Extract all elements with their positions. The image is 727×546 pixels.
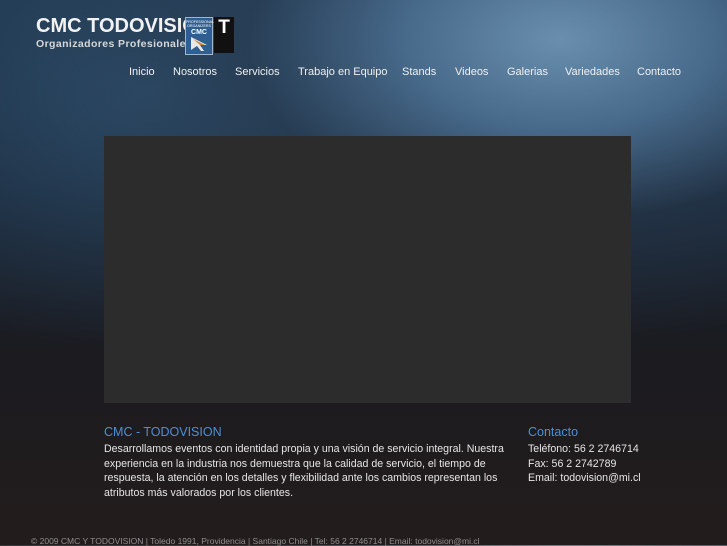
nav-contacto[interactable]: Contacto [637,66,681,78]
badge-label: CMC [191,29,207,36]
nav-videos[interactable]: Videos [455,66,488,78]
contact-title: Contacto [528,425,579,439]
t-logo-letter: T [218,17,230,38]
contact-email[interactable]: Email: todovision@mi.cl [528,471,718,486]
nav-trabajo-en-equipo[interactable]: Trabajo en Equipo [298,66,388,78]
badge-top-text: PROFESSIONAL ORGANIZERS [186,20,214,28]
arrow-icon [191,37,207,51]
nav-stands[interactable]: Stands [402,66,436,78]
about-title: CMC - TODOVISION [104,425,222,439]
contact-phone: Teléfono: 56 2 2746714 [528,443,639,455]
nav-variedades[interactable]: Variedades [565,66,620,78]
nav-galerias[interactable]: Galerias [507,66,548,78]
contact-fax: Fax: 56 2 2742789 [528,457,617,470]
t-logo: T [214,17,234,53]
nav-inicio[interactable]: Inicio [129,66,155,78]
about-text: Desarrollamos eventos con identidad prop… [104,443,504,499]
nav-nosotros[interactable]: Nosotros [173,66,217,78]
about-section: CMC - TODOVISION Desarrollamos eventos c… [104,424,514,500]
video-player[interactable] [104,136,631,403]
contact-section: Contacto Teléfono: 56 2 2746714 Fax: 56 … [528,424,718,486]
cmc-badge-logo: PROFESSIONAL ORGANIZERS CMC [185,17,214,55]
nav-servicios[interactable]: Servicios [235,66,280,78]
